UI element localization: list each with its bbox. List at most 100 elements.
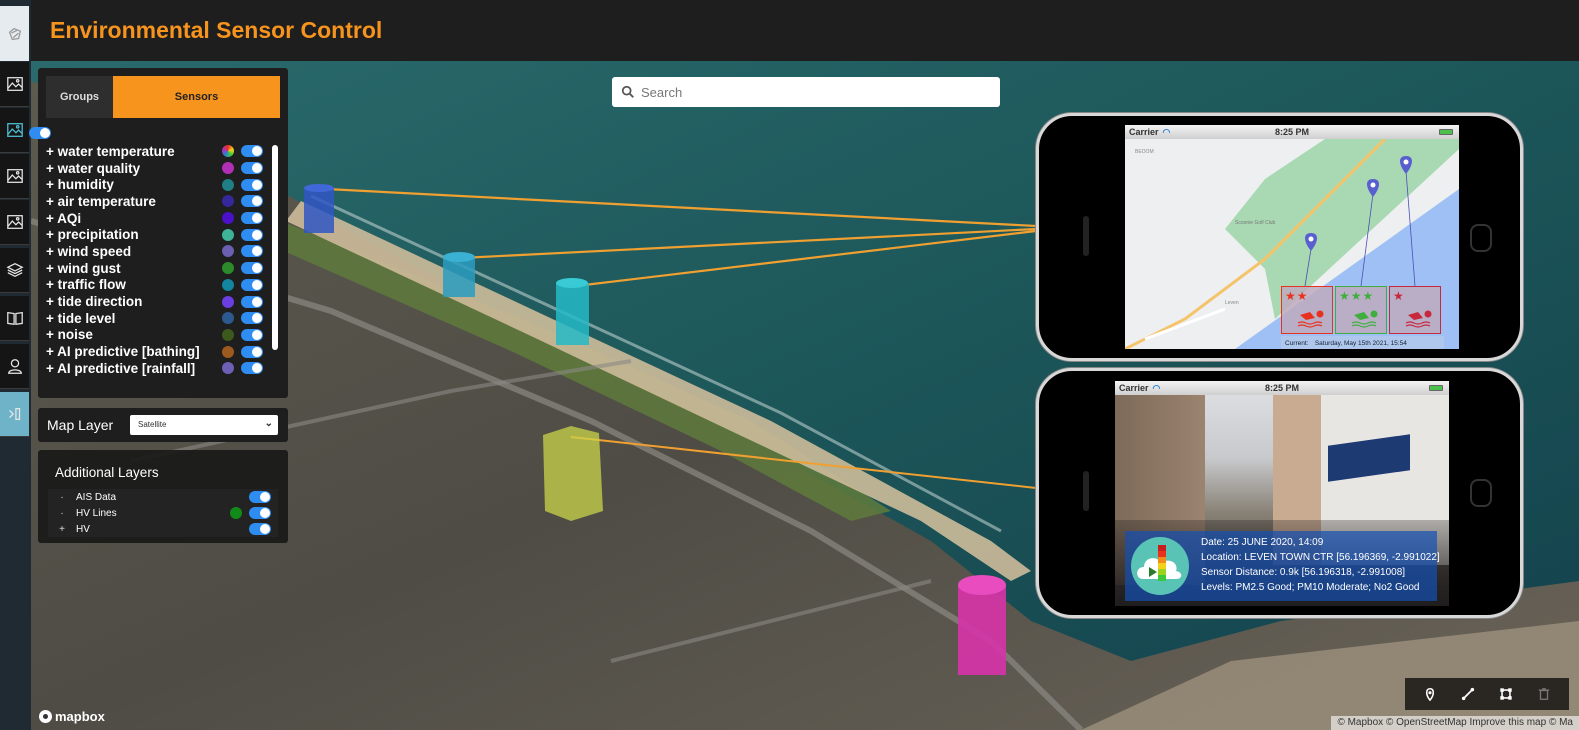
sensor-row[interactable]: + traffic flow: [46, 277, 266, 294]
line-icon: [1461, 687, 1475, 701]
sensor-row[interactable]: + water quality: [46, 160, 266, 177]
sensor-row[interactable]: + air temperature: [46, 193, 266, 210]
layer-toggle[interactable]: [249, 523, 271, 535]
sensor-toggle[interactable]: [241, 228, 263, 241]
sensor-toggle[interactable]: [241, 362, 263, 375]
map-label-golf: Scoonie Golf Club: [1235, 220, 1276, 226]
sensor-toggle[interactable]: [241, 345, 263, 358]
sensor-toggle[interactable]: [241, 312, 263, 325]
sensor-color-dot[interactable]: [222, 245, 234, 258]
layer-toggle[interactable]: [249, 491, 271, 503]
layer-bullet[interactable]: ·: [48, 492, 76, 503]
sensor-color-dot[interactable]: [222, 262, 234, 275]
aq-levels: Levels: PM2.5 Good; PM10 Moderate; No2 G…: [1201, 582, 1420, 593]
sensor-label[interactable]: + wind gust: [46, 261, 218, 276]
draw-delete-button[interactable]: [1535, 685, 1553, 703]
map-attribution[interactable]: © Mapbox © OpenStreetMap Improve this ma…: [1331, 716, 1579, 730]
sensor-label[interactable]: + traffic flow: [46, 277, 218, 292]
app-header: Environmental Sensor Control: [31, 0, 1579, 61]
phone-home-button: [1470, 224, 1492, 252]
layer-bullet[interactable]: +: [48, 524, 76, 535]
sensor-label[interactable]: + water quality: [46, 161, 218, 176]
sensor-color-dot[interactable]: [222, 145, 234, 158]
sensor-color-dot[interactable]: [222, 328, 234, 341]
sensor-list-scrollbar[interactable]: [272, 145, 278, 350]
sensor-label[interactable]: + AQi: [46, 211, 218, 226]
rail-item-layers[interactable]: [0, 248, 29, 293]
sensor-label[interactable]: + AI predictive [rainfall]: [46, 361, 218, 376]
sensor-toggle[interactable]: [241, 195, 263, 208]
image-icon: [6, 77, 23, 91]
sensor-toggle[interactable]: [241, 262, 263, 275]
master-toggle[interactable]: [29, 127, 51, 139]
sensor-color-dot[interactable]: [222, 162, 234, 175]
battery-icon: [1429, 385, 1443, 391]
sensor-label[interactable]: + precipitation: [46, 227, 218, 242]
sensor-label[interactable]: + AI predictive [bathing]: [46, 344, 218, 359]
rail-item-image-1[interactable]: [0, 62, 29, 107]
sensor-toggle[interactable]: [241, 212, 263, 225]
sensor-label[interactable]: + noise: [46, 327, 218, 342]
sensor-toggle[interactable]: [241, 328, 263, 341]
star-rating: ★★★: [1339, 289, 1375, 303]
sensor-row[interactable]: + noise: [46, 327, 266, 344]
sensor-color-dot[interactable]: [222, 228, 234, 241]
sensor-row[interactable]: + AI predictive [rainfall]: [46, 360, 266, 377]
mapbox-logo[interactable]: mapbox: [39, 709, 105, 724]
page-title: Environmental Sensor Control: [50, 17, 383, 43]
rail-item-book[interactable]: [0, 296, 29, 341]
sensor-row[interactable]: + water temperature: [46, 143, 266, 160]
sensor-color-dot[interactable]: [222, 278, 234, 291]
sensor-row[interactable]: + wind gust: [46, 260, 266, 277]
app-logo[interactable]: [0, 6, 29, 61]
sensor-toggle[interactable]: [241, 162, 263, 175]
sensor-label[interactable]: + tide direction: [46, 294, 218, 309]
additional-layer-row[interactable]: · HV Lines: [48, 505, 278, 521]
sensor-color-dot[interactable]: [222, 312, 234, 325]
sensor-row[interactable]: + tide direction: [46, 293, 266, 310]
layer-bullet[interactable]: ·: [48, 508, 76, 519]
swimmer-icon: [1297, 310, 1324, 328]
sensor-row[interactable]: + humidity: [46, 176, 266, 193]
map-layer-select[interactable]: Satellite ⌄: [130, 415, 278, 435]
tab-sensors[interactable]: Sensors: [113, 76, 280, 118]
sensor-row[interactable]: + AI predictive [bathing]: [46, 343, 266, 360]
sensor-row[interactable]: + tide level: [46, 310, 266, 327]
sensor-color-dot[interactable]: [222, 195, 234, 208]
rail-collapse-button[interactable]: [0, 392, 29, 437]
sensor-row[interactable]: + wind speed: [46, 243, 266, 260]
sensor-toggle[interactable]: [241, 278, 263, 291]
tab-groups[interactable]: Groups: [46, 76, 113, 118]
sensor-toggle[interactable]: [241, 178, 263, 191]
sensor-label[interactable]: + air temperature: [46, 194, 218, 209]
sensor-label[interactable]: + water temperature: [46, 144, 218, 159]
sensor-color-dot[interactable]: [222, 345, 234, 358]
additional-layer-row[interactable]: · AIS Data: [48, 489, 278, 505]
rail-item-image-2[interactable]: [0, 108, 29, 153]
sensor-label[interactable]: + tide level: [46, 311, 218, 326]
layer-color-dot: [230, 507, 242, 519]
search-input[interactable]: [641, 84, 981, 100]
rail-item-image-3[interactable]: [0, 154, 29, 199]
draw-marker-button[interactable]: [1421, 685, 1439, 703]
sensor-toggle[interactable]: [241, 295, 263, 308]
sensor-color-dot[interactable]: [222, 295, 234, 308]
draw-polygon-button[interactable]: [1497, 685, 1515, 703]
additional-layer-row[interactable]: + HV: [48, 521, 278, 537]
sensor-label[interactable]: + wind speed: [46, 244, 218, 259]
draw-line-button[interactable]: [1459, 685, 1477, 703]
sensor-toggle[interactable]: [241, 145, 263, 158]
rail-item-user[interactable]: [0, 344, 29, 389]
sensor-row[interactable]: + precipitation: [46, 226, 266, 243]
phone-mockup-map: Carrier ◠ 8:25 PM BEOOM Scoonie Golf Clu…: [1036, 113, 1523, 361]
rail-item-image-4[interactable]: [0, 200, 29, 245]
sensor-color-dot[interactable]: [222, 178, 234, 191]
sensor-color-dot[interactable]: [222, 212, 234, 225]
sensor-row[interactable]: + AQi: [46, 210, 266, 227]
layer-toggle[interactable]: [249, 507, 271, 519]
sensor-toggle[interactable]: [241, 245, 263, 258]
battery-icon: [1439, 129, 1453, 135]
sensor-color-dot[interactable]: [222, 362, 234, 375]
bathing-map: BEOOM Scoonie Golf Club Leven ★★ ★★★ ★ Cur…: [1125, 137, 1459, 349]
sensor-label[interactable]: + humidity: [46, 177, 218, 192]
